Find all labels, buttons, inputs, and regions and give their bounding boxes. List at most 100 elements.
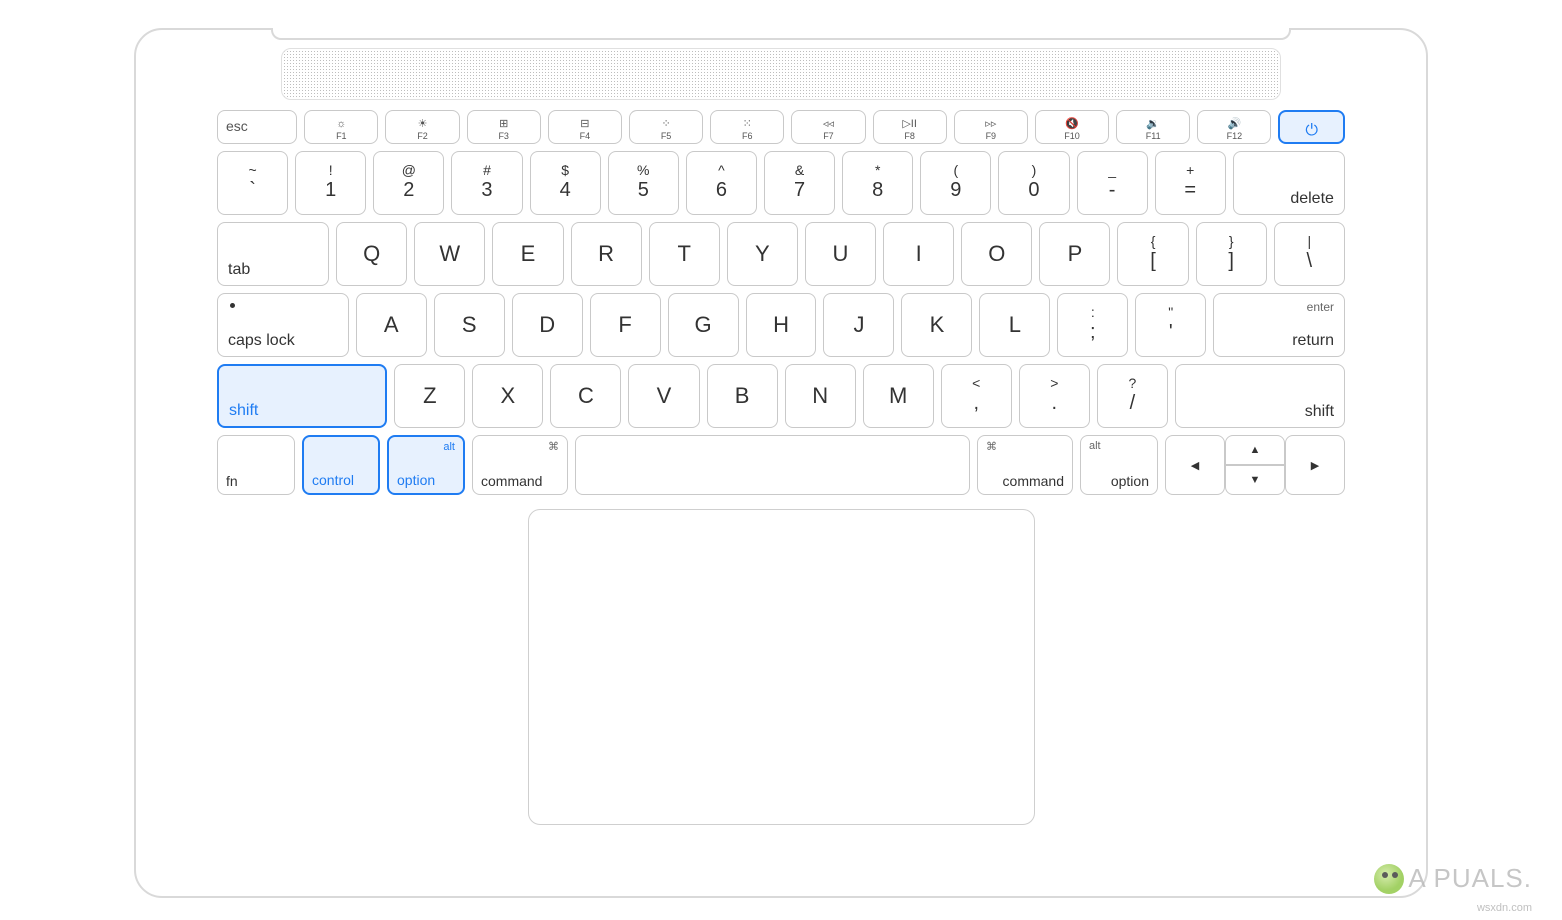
key-0[interactable]: )0 <box>998 151 1069 215</box>
arrow-left-icon: ◀ <box>1191 459 1199 472</box>
key-l[interactable]: L <box>979 293 1050 357</box>
key-control[interactable]: control <box>302 435 380 495</box>
key-2[interactable]: @2 <box>373 151 444 215</box>
key-j[interactable]: J <box>823 293 894 357</box>
key-3[interactable]: #3 <box>451 151 522 215</box>
key-minus[interactable]: _- <box>1077 151 1148 215</box>
mission-control-icon: ⊞ <box>499 119 508 130</box>
key-7[interactable]: &7 <box>764 151 835 215</box>
key-f9[interactable]: ▹▹F9 <box>954 110 1028 144</box>
key-h[interactable]: H <box>746 293 817 357</box>
key-esc[interactable]: esc <box>217 110 297 144</box>
key-1[interactable]: !1 <box>295 151 366 215</box>
key-o[interactable]: O <box>961 222 1032 286</box>
key-backslash[interactable]: |\ <box>1274 222 1345 286</box>
key-quote[interactable]: "' <box>1135 293 1206 357</box>
key-g[interactable]: G <box>668 293 739 357</box>
volume-up-icon: 🔊 <box>1228 119 1242 130</box>
key-m[interactable]: M <box>863 364 934 428</box>
key-f4[interactable]: ⊟F4 <box>548 110 622 144</box>
key-u[interactable]: U <box>805 222 876 286</box>
key-b[interactable]: B <box>707 364 778 428</box>
hinge <box>271 28 1291 40</box>
key-z[interactable]: Z <box>394 364 465 428</box>
speaker-grille <box>281 48 1281 100</box>
key-p[interactable]: P <box>1039 222 1110 286</box>
function-row: esc ☼F1 ☀F2 ⊞F3 ⊟F4 ⁘F5 ⁙F6 ◃◃F7 ▷IIF8 ▹… <box>217 110 1345 144</box>
key-shift-left[interactable]: shift <box>217 364 387 428</box>
key-arrow-right[interactable]: ▶ <box>1285 435 1345 495</box>
key-y[interactable]: Y <box>727 222 798 286</box>
shift-row: shift Z X C V B N M <, >. ?/ shift <box>217 364 1345 428</box>
key-option-right[interactable]: altoption <box>1080 435 1158 495</box>
key-a[interactable]: A <box>356 293 427 357</box>
key-arrow-up[interactable]: ▲ <box>1225 435 1285 465</box>
key-f3[interactable]: ⊞F3 <box>467 110 541 144</box>
key-semicolon[interactable]: :; <box>1057 293 1128 357</box>
key-6[interactable]: ^6 <box>686 151 757 215</box>
power-icon: ⏻ <box>1305 122 1318 140</box>
brightness-up-icon: ☀ <box>418 119 428 130</box>
key-5[interactable]: %5 <box>608 151 679 215</box>
key-t[interactable]: T <box>649 222 720 286</box>
key-c[interactable]: C <box>550 364 621 428</box>
key-v[interactable]: V <box>628 364 699 428</box>
play-pause-icon: ▷II <box>902 119 917 130</box>
key-x[interactable]: X <box>472 364 543 428</box>
key-f10[interactable]: 🔇F10 <box>1035 110 1109 144</box>
key-command-right[interactable]: ⌘command <box>977 435 1073 495</box>
key-comma[interactable]: <, <box>941 364 1012 428</box>
key-n[interactable]: N <box>785 364 856 428</box>
key-s[interactable]: S <box>434 293 505 357</box>
key-bracket-right[interactable]: }] <box>1196 222 1267 286</box>
key-f12[interactable]: 🔊F12 <box>1197 110 1271 144</box>
key-f6[interactable]: ⁙F6 <box>710 110 784 144</box>
key-w[interactable]: W <box>414 222 485 286</box>
key-9[interactable]: (9 <box>920 151 991 215</box>
arrow-down-icon: ▼ <box>1250 474 1261 486</box>
key-d[interactable]: D <box>512 293 583 357</box>
key-bracket-left[interactable]: {[ <box>1117 222 1188 286</box>
key-power[interactable]: ⏻ <box>1278 110 1344 144</box>
key-f5[interactable]: ⁘F5 <box>629 110 703 144</box>
key-period[interactable]: >. <box>1019 364 1090 428</box>
key-i[interactable]: I <box>883 222 954 286</box>
key-q[interactable]: Q <box>336 222 407 286</box>
key-f8[interactable]: ▷IIF8 <box>873 110 947 144</box>
watermark-text: A PUALS. <box>1408 863 1532 894</box>
key-slash[interactable]: ?/ <box>1097 364 1168 428</box>
key-e[interactable]: E <box>492 222 563 286</box>
key-shift-right[interactable]: shift <box>1175 364 1345 428</box>
key-command-left[interactable]: ⌘command <box>472 435 568 495</box>
key-f7[interactable]: ◃◃F7 <box>791 110 865 144</box>
key-fn[interactable]: fn <box>217 435 295 495</box>
key-arrow-left[interactable]: ◀ <box>1165 435 1225 495</box>
arrow-right-icon: ▶ <box>1311 459 1319 472</box>
arrow-cluster: ◀ ▲ ▼ ▶ <box>1165 435 1345 495</box>
launchpad-icon: ⊟ <box>580 119 589 130</box>
key-f2[interactable]: ☀F2 <box>385 110 459 144</box>
key-f[interactable]: F <box>590 293 661 357</box>
key-8[interactable]: *8 <box>842 151 913 215</box>
key-equals[interactable]: += <box>1155 151 1226 215</box>
key-f1[interactable]: ☼F1 <box>304 110 378 144</box>
key-4[interactable]: $4 <box>530 151 601 215</box>
key-delete[interactable]: delete <box>1233 151 1345 215</box>
key-option-left[interactable]: altoption <box>387 435 465 495</box>
keyboard-bright-icon: ⁙ <box>743 119 752 130</box>
volume-down-icon: 🔉 <box>1146 119 1160 130</box>
key-f11[interactable]: 🔉F11 <box>1116 110 1190 144</box>
key-space[interactable] <box>575 435 970 495</box>
fast-forward-icon: ▹▹ <box>985 119 996 130</box>
key-backtick[interactable]: ~` <box>217 151 288 215</box>
rewind-icon: ◃◃ <box>823 119 834 130</box>
key-r[interactable]: R <box>571 222 642 286</box>
key-k[interactable]: K <box>901 293 972 357</box>
command-icon: ⌘ <box>986 440 997 453</box>
arrow-up-icon: ▲ <box>1250 444 1261 456</box>
key-tab[interactable]: tab <box>217 222 329 286</box>
key-caps-lock[interactable]: caps lock <box>217 293 349 357</box>
key-return[interactable]: enterreturn <box>1213 293 1345 357</box>
trackpad[interactable] <box>528 509 1035 825</box>
key-arrow-down[interactable]: ▼ <box>1225 465 1285 495</box>
